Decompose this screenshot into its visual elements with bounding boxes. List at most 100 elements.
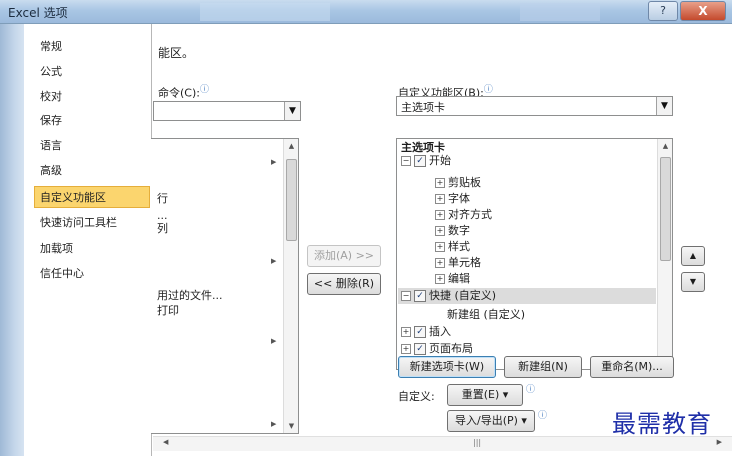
chevron-down-icon[interactable]: ▼: [656, 97, 672, 115]
tree-item-label: 字体: [448, 192, 470, 205]
nav-item-general[interactable]: 常规: [34, 36, 150, 58]
chevron-down-icon[interactable]: ▼: [284, 102, 300, 120]
add-button[interactable]: 添加(A) >>: [307, 245, 381, 267]
tree-item[interactable]: + 对齐方式: [435, 207, 492, 223]
nav-item-customize-ribbon[interactable]: 自定义功能区: [34, 186, 150, 208]
scroll-thumb[interactable]: [286, 159, 297, 241]
tree-item[interactable]: + ✓ 插入: [401, 324, 451, 340]
checkbox[interactable]: ✓: [414, 290, 426, 302]
list-item[interactable]: 用过的文件...: [157, 288, 223, 304]
submenu-arrow-icon: ▶: [271, 158, 277, 166]
scroll-up-icon[interactable]: ▲: [284, 139, 298, 153]
nav-item-advanced[interactable]: 高级: [34, 160, 150, 182]
tree-item[interactable]: + 字体: [435, 191, 470, 207]
scroll-grip-icon[interactable]: |||: [473, 438, 481, 447]
info-icon: ⓘ: [538, 411, 548, 421]
tree-item[interactable]: + 数字: [435, 223, 470, 239]
info-icon: ⓘ: [526, 385, 536, 395]
customize-ribbon-combo[interactable]: 主选项卡 ▼: [396, 96, 673, 116]
submenu-arrow-icon: ▶: [271, 420, 277, 428]
nav-item-formulas[interactable]: 公式: [34, 61, 150, 83]
tree-item-label: 开始: [429, 154, 451, 167]
tree-item-label: 插入: [429, 325, 451, 338]
collapse-icon[interactable]: −: [401, 156, 411, 166]
commands-combo[interactable]: ▼: [153, 101, 301, 121]
watermark-text: 最需教育: [612, 410, 712, 438]
tree-item-selected[interactable]: − ✓ 快捷 (自定义): [398, 288, 656, 304]
tree-item-label: 剪贴板: [448, 176, 481, 189]
checkbox[interactable]: ✓: [414, 343, 426, 355]
scroll-up-icon[interactable]: ▲: [658, 139, 672, 153]
window-title: Excel 选项: [8, 6, 68, 20]
commands-list-scrollbar[interactable]: ▲ ▼: [283, 139, 298, 433]
info-icon: ⓘ: [199, 85, 209, 95]
nav-item-trust-center[interactable]: 信任中心: [34, 263, 150, 285]
new-tab-button[interactable]: 新建选项卡(W): [398, 356, 496, 378]
options-nav: 常规 公式 校对 保存 语言 高级 自定义功能区 快速访问工具栏 加载项 信任中…: [24, 24, 152, 456]
tree-item[interactable]: + ✓ 页面布局: [401, 341, 473, 357]
tree-item[interactable]: − ✓ 开始: [401, 153, 451, 169]
checkbox[interactable]: ✓: [414, 326, 426, 338]
help-button[interactable]: ?: [648, 1, 678, 21]
nav-item-quick-access-toolbar[interactable]: 快速访问工具栏: [34, 212, 150, 234]
submenu-arrow-icon: ▶: [271, 257, 277, 265]
nav-item-add-ins[interactable]: 加载项: [34, 238, 150, 260]
move-up-button[interactable]: ▲: [681, 246, 705, 266]
title-bar-background-blur: [520, 3, 600, 21]
expand-icon[interactable]: +: [435, 242, 445, 252]
rename-button[interactable]: 重命名(M)...: [590, 356, 674, 378]
close-button[interactable]: X: [680, 1, 726, 21]
window-edge-decoration: [0, 24, 24, 456]
expand-icon[interactable]: +: [435, 274, 445, 284]
expand-icon[interactable]: +: [435, 258, 445, 268]
collapse-icon[interactable]: −: [401, 291, 411, 301]
new-group-button[interactable]: 新建组(N): [504, 356, 582, 378]
ribbon-tree-scrollbar[interactable]: ▲ ▼: [657, 139, 672, 369]
tree-item-label: 数字: [448, 224, 470, 237]
expand-icon[interactable]: +: [435, 210, 445, 220]
scroll-down-icon[interactable]: ▼: [284, 419, 298, 433]
remove-button[interactable]: << 删除(R): [307, 273, 381, 295]
tree-item-label: 对齐方式: [448, 208, 492, 221]
commands-label: 命令(C):ⓘ: [158, 82, 209, 101]
customize-ribbon-combo-value: 主选项卡: [401, 101, 445, 114]
tree-item-label: 样式: [448, 240, 470, 253]
arrow-up-icon: ▲: [689, 251, 697, 260]
import-export-button[interactable]: 导入/导出(P) ▾: [447, 410, 535, 432]
nav-item-save[interactable]: 保存: [34, 110, 150, 132]
scroll-left-icon[interactable]: ◀: [163, 438, 168, 446]
expand-icon[interactable]: +: [435, 178, 445, 188]
submenu-arrow-icon: ▶: [271, 337, 277, 345]
title-bar-background-blur: [200, 3, 330, 21]
tree-item[interactable]: 新建组 (自定义): [447, 307, 525, 323]
expand-icon[interactable]: +: [435, 194, 445, 204]
list-item[interactable]: 行: [157, 191, 168, 207]
ribbon-tree[interactable]: 主选项卡 − ✓ 开始 + 剪贴板 + 字体 + 对齐方式 + 数字 + 样式 + 单元格 + 编…: [396, 138, 673, 370]
tree-item-label: 编辑: [448, 272, 470, 285]
scroll-thumb[interactable]: [660, 157, 671, 261]
panel-heading: 能区。: [158, 46, 195, 60]
expand-icon[interactable]: +: [401, 344, 411, 354]
checkbox[interactable]: ✓: [414, 155, 426, 167]
tree-item[interactable]: + 样式: [435, 239, 470, 255]
move-down-button[interactable]: ▼: [681, 272, 705, 292]
reset-button[interactable]: 重置(E) ▾: [447, 384, 523, 406]
tree-item[interactable]: + 单元格: [435, 255, 481, 271]
info-icon: ⓘ: [483, 85, 493, 95]
main-content: 能区。 命令(C):ⓘ ▼ 行 ... 列 用过的文件... 打印 ▶ ▶ ▶ …: [151, 24, 732, 456]
tree-item[interactable]: + 剪贴板: [435, 175, 481, 191]
tree-item-label: 快捷 (自定义): [429, 289, 497, 302]
scroll-right-icon[interactable]: ▶: [717, 438, 722, 446]
tree-item-label: 页面布局: [429, 342, 473, 355]
expand-icon[interactable]: +: [435, 226, 445, 236]
list-item[interactable]: 打印: [157, 303, 179, 319]
nav-item-language[interactable]: 语言: [34, 135, 150, 157]
nav-item-proofing[interactable]: 校对: [34, 86, 150, 108]
customizations-label: 自定义:: [398, 390, 435, 403]
expand-icon[interactable]: +: [401, 327, 411, 337]
arrow-down-icon: ▼: [689, 277, 697, 286]
list-item[interactable]: 列: [157, 221, 168, 237]
tree-item[interactable]: + 编辑: [435, 271, 470, 287]
commands-list[interactable]: 行 ... 列 用过的文件... 打印 ▶ ▶ ▶ ▶ ▲ ▼: [151, 138, 299, 434]
tree-item-label: 新建组 (自定义): [447, 308, 526, 321]
